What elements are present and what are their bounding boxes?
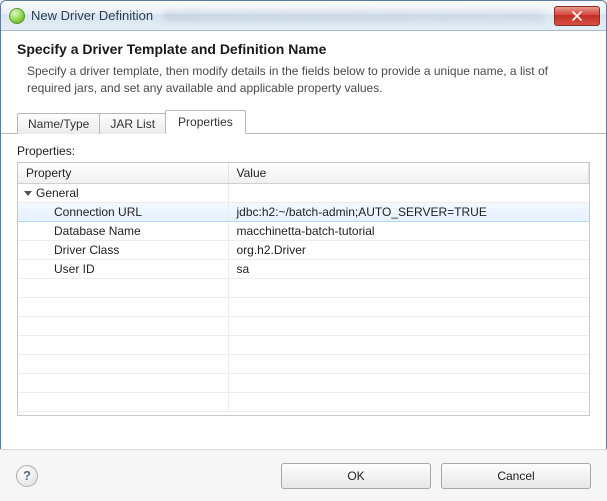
value-cell: jdbc:h2:~/batch-admin;AUTO_SERVER=TRUE bbox=[228, 202, 589, 221]
table-row[interactable]: Database Namemacchinetta-batch-tutorial bbox=[18, 221, 589, 240]
dialog-header: Specify a Driver Template and Definition… bbox=[1, 31, 606, 110]
table-row[interactable]: User IDsa bbox=[18, 259, 589, 278]
properties-table: Property Value General Connection URLjdbc… bbox=[18, 163, 589, 412]
tab-name-type[interactable]: Name/Type bbox=[17, 113, 100, 134]
properties-table-wrap: Property Value General Connection URLjdbc… bbox=[17, 162, 590, 416]
group-row[interactable]: General bbox=[18, 183, 589, 202]
value-cell: org.h2.Driver bbox=[228, 240, 589, 259]
properties-label: Properties: bbox=[17, 144, 590, 158]
tabstrip: Name/Type JAR List Properties bbox=[1, 110, 606, 134]
app-icon bbox=[9, 8, 25, 24]
dialog-heading: Specify a Driver Template and Definition… bbox=[17, 41, 590, 57]
close-icon bbox=[572, 11, 582, 21]
empty-row bbox=[18, 278, 589, 297]
titlebar: New Driver Definition bbox=[1, 1, 606, 31]
empty-row bbox=[18, 392, 589, 411]
table-row[interactable]: Driver Classorg.h2.Driver bbox=[18, 240, 589, 259]
tab-jar-list[interactable]: JAR List bbox=[99, 113, 166, 134]
help-button[interactable]: ? bbox=[16, 465, 38, 487]
col-property[interactable]: Property bbox=[18, 163, 228, 184]
cancel-button[interactable]: Cancel bbox=[441, 463, 591, 489]
col-value[interactable]: Value bbox=[228, 163, 589, 184]
chevron-down-icon bbox=[24, 191, 32, 196]
value-cell: macchinetta-batch-tutorial bbox=[228, 221, 589, 240]
help-icon: ? bbox=[23, 468, 31, 483]
dialog-footer: ? OK Cancel bbox=[0, 449, 607, 501]
tab-content: Properties: Property Value General Connec… bbox=[1, 134, 606, 416]
group-label: General bbox=[36, 186, 79, 200]
window-title: New Driver Definition bbox=[31, 8, 153, 23]
property-cell: Database Name bbox=[18, 221, 228, 240]
titlebar-blur bbox=[163, 10, 544, 22]
ok-button[interactable]: OK bbox=[281, 463, 431, 489]
empty-row bbox=[18, 373, 589, 392]
table-row[interactable]: Connection URLjdbc:h2:~/batch-admin;AUTO… bbox=[18, 202, 589, 221]
empty-row bbox=[18, 297, 589, 316]
property-cell: Driver Class bbox=[18, 240, 228, 259]
empty-row bbox=[18, 316, 589, 335]
property-cell: User ID bbox=[18, 259, 228, 278]
tab-properties[interactable]: Properties bbox=[165, 110, 246, 134]
value-cell: sa bbox=[228, 259, 589, 278]
close-button[interactable] bbox=[554, 6, 600, 26]
property-cell: Connection URL bbox=[18, 202, 228, 221]
empty-row bbox=[18, 335, 589, 354]
dialog-description: Specify a driver template, then modify d… bbox=[17, 63, 590, 98]
empty-row bbox=[18, 354, 589, 373]
